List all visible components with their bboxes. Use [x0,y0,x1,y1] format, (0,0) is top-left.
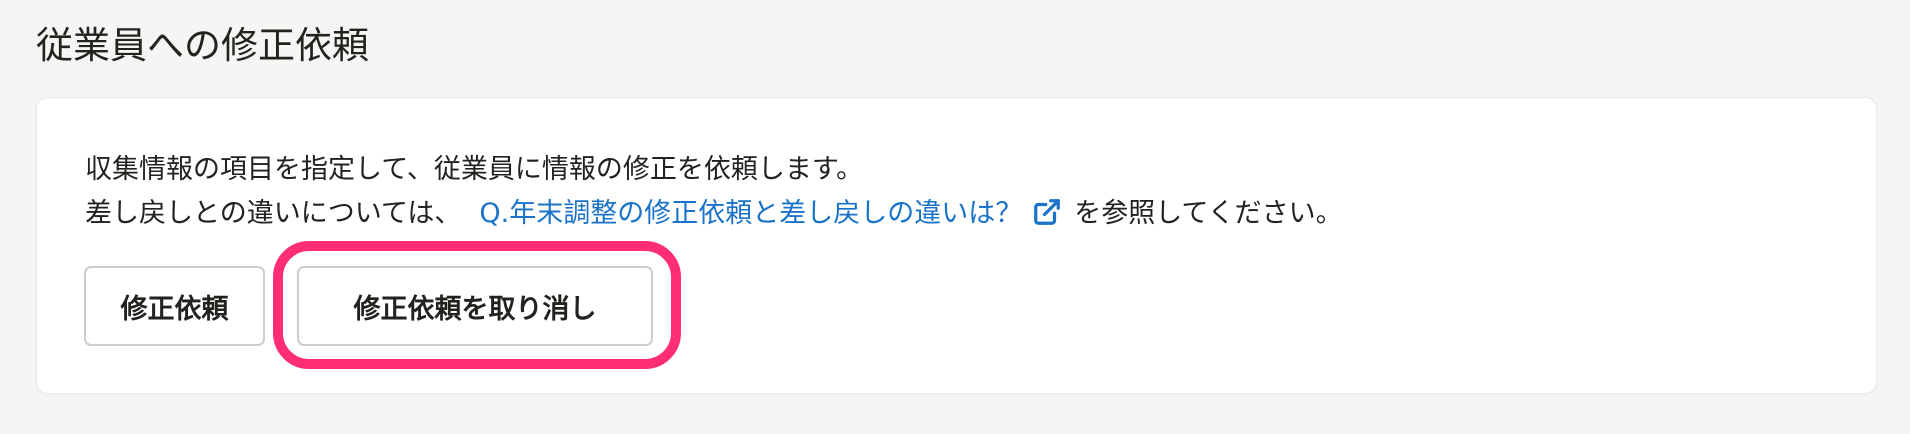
description-prefix: 差し戻しとの違いについては、 [85,198,462,229]
description-suffix: を参照してください。 [1074,198,1343,229]
description-line-1: 収集情報の項目を指定して、従業員に情報の修正を依頼します。 [85,154,864,185]
help-link-text: Q.年末調整の修正依頼と差し戻しの違いは？ [479,198,1023,229]
description: 収集情報の項目を指定して、従業員に情報の修正を依頼します。 差し戻しとの違いにつ… [85,148,1343,236]
external-link-icon [1034,199,1061,225]
help-link[interactable]: Q.年末調整の修正依頼と差し戻しの違いは？ [479,198,1062,229]
correction-request-card: 収集情報の項目を指定して、従業員に情報の修正を依頼します。 差し戻しとの違いにつ… [36,97,1877,394]
cancel-correction-request-button[interactable]: 修正依頼を取り消し [297,266,653,346]
section-title: 従業員への修正依頼 [36,24,369,67]
correction-request-button[interactable]: 修正依頼 [84,266,265,346]
description-line-2: 差し戻しとの違いについては、 Q.年末調整の修正依頼と差し戻しの違いは？ を参照して… [85,192,1343,236]
